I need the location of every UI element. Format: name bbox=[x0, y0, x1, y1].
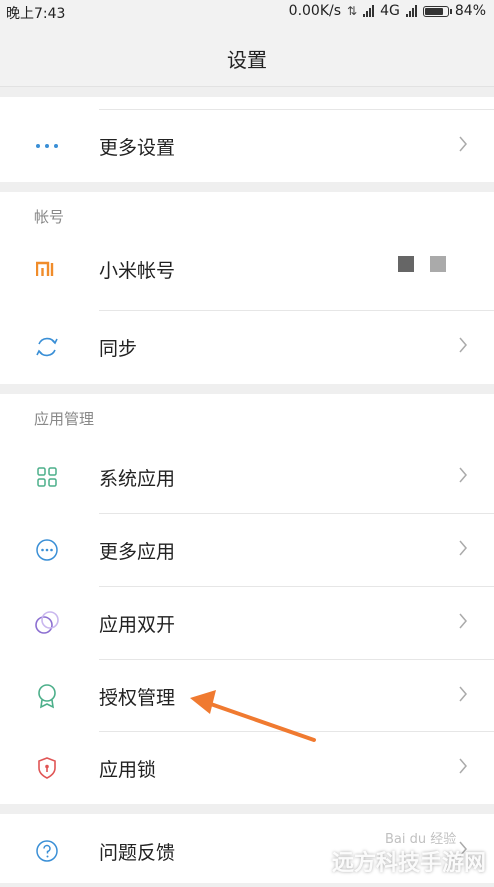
title-bar: 设置 bbox=[0, 24, 494, 87]
row-app-lock[interactable]: 应用锁 bbox=[0, 731, 494, 804]
row-more-apps[interactable]: 更多应用 bbox=[0, 513, 494, 586]
help-icon bbox=[34, 838, 60, 864]
chevron-right-icon bbox=[459, 686, 467, 702]
page-title: 设置 bbox=[227, 48, 267, 72]
row-label: 应用双开 bbox=[99, 614, 176, 636]
more-circle-icon bbox=[34, 537, 60, 563]
badge-icon bbox=[34, 683, 60, 709]
chevron-right-icon bbox=[459, 540, 467, 556]
row-dual-apps[interactable]: 应用双开 bbox=[0, 586, 494, 659]
row-label: 同步 bbox=[99, 338, 138, 360]
chevron-right-icon bbox=[459, 337, 467, 353]
status-right: 0.00K/s ⇅ 4G 84% bbox=[289, 3, 486, 19]
battery-percent: 84% bbox=[454, 3, 486, 19]
wifi-off-icon: ⇅ bbox=[347, 4, 358, 18]
row-label: 问题反馈 bbox=[99, 842, 176, 864]
chevron-right-icon bbox=[459, 613, 467, 629]
battery-icon bbox=[422, 5, 452, 17]
account-avatar-placeholder bbox=[398, 256, 414, 272]
network-type: 4G bbox=[380, 3, 400, 19]
account-card: 帐号 小米帐号 同步 bbox=[0, 192, 494, 384]
more-dots-icon bbox=[34, 133, 60, 159]
apps-card: 应用管理 系统应用 更多应用 应用双开 授权管理 应用锁 bbox=[0, 394, 494, 804]
chevron-right-icon bbox=[459, 467, 467, 483]
row-label: 更多设置 bbox=[99, 137, 176, 159]
row-sync[interactable]: 同步 bbox=[0, 310, 494, 383]
signal-icon-2 bbox=[405, 5, 417, 17]
top-card: 更多设置 bbox=[0, 97, 494, 182]
mi-logo-icon bbox=[34, 256, 60, 282]
signal-icon bbox=[363, 5, 375, 17]
sync-icon bbox=[34, 334, 60, 360]
row-label: 小米帐号 bbox=[99, 260, 176, 282]
section-title-apps: 应用管理 bbox=[34, 410, 95, 428]
row-system-apps[interactable]: 系统应用 bbox=[0, 440, 494, 513]
row-label: 系统应用 bbox=[99, 468, 176, 490]
section-title-account: 帐号 bbox=[34, 208, 65, 226]
status-time: 晚上7:43 bbox=[6, 6, 66, 22]
grid-icon bbox=[34, 464, 60, 490]
row-mi-account[interactable]: 小米帐号 bbox=[0, 232, 494, 305]
status-bar: 晚上7:43 0.00K/s ⇅ 4G 84% bbox=[0, 0, 494, 24]
row-label: 更多应用 bbox=[99, 541, 176, 563]
site-watermark: 远方科技手游网 bbox=[331, 851, 486, 876]
row-label: 应用锁 bbox=[99, 759, 157, 781]
row-label: 授权管理 bbox=[99, 687, 176, 709]
row-more-settings[interactable]: 更多设置 bbox=[0, 109, 494, 182]
dual-app-icon bbox=[34, 610, 60, 636]
shield-lock-icon bbox=[34, 755, 60, 781]
account-avatar-placeholder bbox=[430, 256, 446, 272]
chevron-right-icon bbox=[459, 758, 467, 774]
row-permission-management[interactable]: 授权管理 bbox=[0, 659, 494, 732]
network-speed: 0.00K/s bbox=[288, 3, 342, 19]
chevron-right-icon bbox=[459, 136, 467, 152]
